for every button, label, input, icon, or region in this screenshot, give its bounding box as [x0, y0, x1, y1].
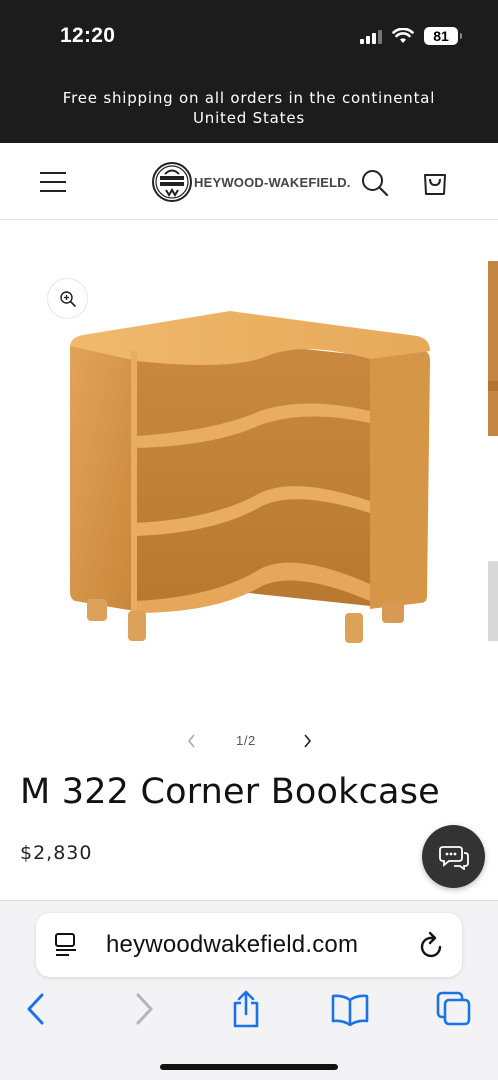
forward-icon[interactable]	[124, 987, 164, 1031]
back-icon[interactable]	[16, 987, 56, 1031]
reload-icon[interactable]	[418, 930, 446, 964]
browser-toolbar	[0, 987, 498, 1031]
product-image-corner-bookcase[interactable]	[55, 301, 445, 675]
product-title: M 322 Corner Bookcase	[20, 772, 440, 812]
battery-icon: 81	[424, 27, 462, 45]
product-price: $2,830	[20, 842, 93, 864]
reader-icon[interactable]	[54, 932, 80, 962]
home-indicator	[160, 1064, 338, 1070]
chat-button[interactable]	[422, 825, 485, 888]
bookmarks-icon[interactable]	[330, 987, 370, 1031]
announcement-line-2: United States	[193, 109, 305, 127]
address-bar[interactable]: heywoodwakefield.com	[36, 913, 462, 977]
gallery-counter: 1/2	[236, 733, 256, 748]
search-icon[interactable]	[360, 168, 390, 202]
signal-icon	[360, 28, 382, 44]
wifi-icon	[392, 28, 414, 44]
gallery-pager: 1/2	[0, 730, 498, 754]
announcement-bar: Free shipping on all orders in the conti…	[0, 88, 498, 128]
chat-icon	[438, 845, 469, 870]
next-image-peek	[488, 261, 498, 701]
announcement-line-1: Free shipping on all orders in the conti…	[62, 89, 436, 107]
logo-badge-icon	[152, 162, 192, 202]
status-time: 12:20	[60, 24, 116, 47]
status-icons: 81	[360, 27, 462, 45]
brand-logo[interactable]: HEYWOOD-WAKEFIELD.	[152, 162, 351, 202]
browser-bottom-bar: heywoodwakefield.com	[0, 900, 498, 1080]
battery-level: 81	[433, 28, 449, 44]
site-header: HEYWOOD-WAKEFIELD.	[0, 143, 498, 220]
share-icon[interactable]	[226, 987, 266, 1031]
cart-icon[interactable]	[420, 167, 450, 201]
product-gallery[interactable]	[0, 221, 498, 721]
tabs-icon[interactable]	[434, 987, 474, 1031]
menu-icon[interactable]	[40, 169, 68, 193]
chevron-right-icon[interactable]	[300, 733, 314, 753]
brand-name: HEYWOOD-WAKEFIELD.	[194, 174, 351, 190]
top-banner: 12:20 81 Free shipping on all orders in …	[0, 0, 498, 143]
url-text: heywoodwakefield.com	[106, 931, 359, 958]
chevron-left-icon[interactable]	[185, 733, 199, 753]
